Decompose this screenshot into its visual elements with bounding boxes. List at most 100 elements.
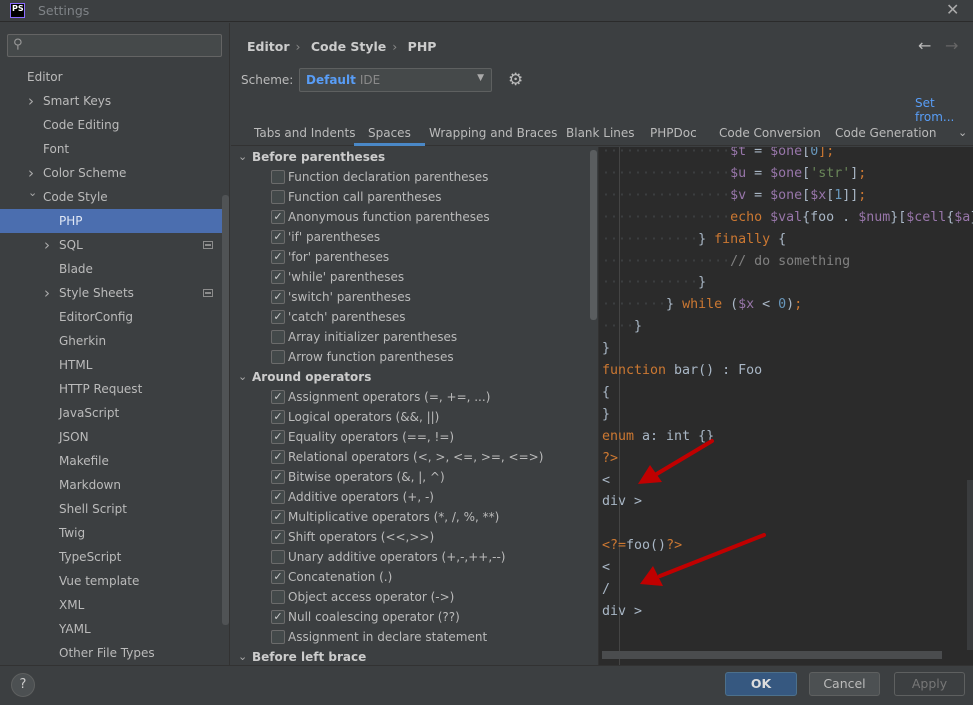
option-logical-operators[interactable]: ✓ Logical operators (&&, ||) xyxy=(231,407,591,427)
option-unary-additive-operators[interactable]: Unary additive operators (+,-,++,--) xyxy=(231,547,591,567)
option-arrow-function-parentheses[interactable]: Arrow function parentheses xyxy=(231,347,591,367)
sidebar-item-blade[interactable]: Blade xyxy=(0,257,222,281)
sidebar-item-makefile[interactable]: Makefile xyxy=(0,449,222,473)
tab-tabs-and-indents[interactable]: Tabs and Indents xyxy=(254,126,355,146)
option-for-parentheses[interactable]: ✓'for' parentheses xyxy=(231,247,591,267)
checkbox-checked[interactable]: ✓ xyxy=(271,490,285,504)
option-array-initializer-parentheses[interactable]: Array initializer parentheses xyxy=(231,327,591,347)
checkbox-unchecked[interactable] xyxy=(271,590,285,604)
option-catch-parentheses[interactable]: ✓'catch' parentheses xyxy=(231,307,591,327)
close-icon[interactable]: ✕ xyxy=(946,0,959,19)
checkbox-unchecked[interactable] xyxy=(271,550,285,564)
checkbox-checked[interactable]: ✓ xyxy=(271,510,285,524)
sidebar-item-javascript[interactable]: JavaScript xyxy=(0,401,222,425)
chevron-down-icon[interactable]: ⌄ xyxy=(238,367,247,387)
settings-search-input[interactable]: ⚲ xyxy=(7,34,222,57)
checkbox-unchecked[interactable] xyxy=(271,350,285,364)
option-assignment-operators[interactable]: ✓ Assignment operators (=, +=, ...) xyxy=(231,387,591,407)
scheme-dropdown[interactable]: Default IDE ▼ xyxy=(299,68,492,92)
checkbox-checked[interactable]: ✓ xyxy=(271,290,285,304)
checkbox-unchecked[interactable] xyxy=(271,330,285,344)
option-additive-operators[interactable]: ✓ Additive operators (+, -) xyxy=(231,487,591,507)
back-arrow-icon[interactable]: ← xyxy=(918,36,931,55)
option-assignment-in-declare-statement[interactable]: Assignment in declare statement xyxy=(231,627,591,647)
preview-horizontal-scrollbar[interactable] xyxy=(602,651,942,659)
breadcrumb-editor[interactable]: Editor xyxy=(247,39,290,54)
option-equality-operators[interactable]: ✓ Equality operators (==, !=) xyxy=(231,427,591,447)
chevron-right-icon[interactable]: › xyxy=(28,89,34,113)
tab-code-generation[interactable]: Code Generation xyxy=(835,126,936,146)
tab-phpdoc[interactable]: PHPDoc xyxy=(650,126,697,146)
section-before-parentheses[interactable]: ⌄ Before parentheses xyxy=(231,147,591,167)
sidebar-item-php[interactable]: PHP xyxy=(0,209,222,233)
checkbox-checked[interactable]: ✓ xyxy=(271,470,285,484)
checkbox-checked[interactable]: ✓ xyxy=(271,270,285,284)
checkbox-unchecked[interactable] xyxy=(271,630,285,644)
sidebar-item-smart-keys[interactable]: › Smart Keys xyxy=(0,89,222,113)
option-function-declaration-parentheses[interactable]: Function declaration parentheses xyxy=(231,167,591,187)
chevron-right-icon[interactable]: › xyxy=(44,233,50,257)
option-if-parentheses[interactable]: ✓'if' parentheses xyxy=(231,227,591,247)
tab-wrapping-and-braces[interactable]: Wrapping and Braces xyxy=(429,126,557,146)
tab-code-conversion[interactable]: Code Conversion xyxy=(719,126,821,146)
checkbox-unchecked[interactable] xyxy=(271,170,285,184)
sidebar-item-yaml[interactable]: YAML xyxy=(0,617,222,641)
option-shift-operators[interactable]: ✓ Shift operators (<<,>>) xyxy=(231,527,591,547)
chevron-down-icon[interactable]: ⌄ xyxy=(238,147,247,167)
help-button[interactable]: ? xyxy=(11,673,35,697)
options-scrollbar[interactable] xyxy=(590,150,597,320)
sidebar-item-code-style[interactable]: ⌄ Code Style xyxy=(0,185,222,209)
sidebar-item-twig[interactable]: Twig xyxy=(0,521,222,545)
apply-button[interactable]: Apply xyxy=(894,672,965,696)
option-anonymous-function-parentheses[interactable]: ✓ Anonymous function parentheses xyxy=(231,207,591,227)
checkbox-unchecked[interactable] xyxy=(271,190,285,204)
option-bitwise-operators[interactable]: ✓ Bitwise operators (&, |, ^) xyxy=(231,467,591,487)
tab-blank-lines[interactable]: Blank Lines xyxy=(566,126,635,146)
sidebar-item-typescript[interactable]: TypeScript xyxy=(0,545,222,569)
option-relational-operators[interactable]: ✓ Relational operators (<, >, <=, >=, <=>… xyxy=(231,447,591,467)
chevron-down-icon[interactable]: ⌄ xyxy=(238,647,247,665)
forward-arrow-icon[interactable]: → xyxy=(945,36,958,55)
checkbox-checked[interactable]: ✓ xyxy=(271,570,285,584)
checkbox-checked[interactable]: ✓ xyxy=(271,410,285,424)
checkbox-checked[interactable]: ✓ xyxy=(271,230,285,244)
checkbox-checked[interactable]: ✓ xyxy=(271,430,285,444)
sidebar-item-editor[interactable]: Editor xyxy=(0,65,222,89)
chevron-right-icon[interactable]: › xyxy=(44,281,50,305)
chevron-down-icon[interactable]: ⌄ xyxy=(28,181,37,205)
sidebar-item-http-request[interactable]: HTTP Request xyxy=(0,377,222,401)
sidebar-item-font[interactable]: Font xyxy=(0,137,222,161)
checkbox-checked[interactable]: ✓ xyxy=(271,390,285,404)
cancel-button[interactable]: Cancel xyxy=(809,672,880,696)
checkbox-checked[interactable]: ✓ xyxy=(271,450,285,464)
sidebar-item-json[interactable]: JSON xyxy=(0,425,222,449)
sidebar-item-html[interactable]: HTML xyxy=(0,353,222,377)
preview-vertical-scrollbar[interactable] xyxy=(967,480,973,650)
option-function-call-parentheses[interactable]: Function call parentheses xyxy=(231,187,591,207)
section-before-left-brace[interactable]: ⌄ Before left brace xyxy=(231,647,591,665)
sidebar-item-code-editing[interactable]: Code Editing xyxy=(0,113,222,137)
checkbox-checked[interactable]: ✓ xyxy=(271,250,285,264)
sidebar-item-markdown[interactable]: Markdown xyxy=(0,473,222,497)
sidebar-item-style-sheets[interactable]: › Style Sheets xyxy=(0,281,222,305)
option-multiplicative-operators[interactable]: ✓ Multiplicative operators (*, /, %, **) xyxy=(231,507,591,527)
option-null-coalescing-operator[interactable]: ✓ Null coalescing operator (??) xyxy=(231,607,591,627)
checkbox-checked[interactable]: ✓ xyxy=(271,530,285,544)
sidebar-item-shell-script[interactable]: Shell Script xyxy=(0,497,222,521)
checkbox-checked[interactable]: ✓ xyxy=(271,310,285,324)
sidebar-item-other-file-types[interactable]: Other File Types xyxy=(0,641,222,665)
option-switch-parentheses[interactable]: ✓'switch' parentheses xyxy=(231,287,591,307)
sidebar-item-gherkin[interactable]: Gherkin xyxy=(0,329,222,353)
sidebar-item-sql[interactable]: › SQL xyxy=(0,233,222,257)
section-around-operators[interactable]: ⌄ Around operators xyxy=(231,367,591,387)
option-object-access-operator[interactable]: Object access operator (->) xyxy=(231,587,591,607)
breadcrumb-code-style[interactable]: Code Style xyxy=(311,39,386,54)
chevron-down-icon[interactable]: ⌄ xyxy=(958,126,967,139)
sidebar-item-vue-template[interactable]: Vue template xyxy=(0,569,222,593)
set-from-link[interactable]: Set from... xyxy=(915,96,973,124)
checkbox-checked[interactable]: ✓ xyxy=(271,210,285,224)
sidebar-item-editorconfig[interactable]: EditorConfig xyxy=(0,305,222,329)
checkbox-checked[interactable]: ✓ xyxy=(271,610,285,624)
sidebar-item-xml[interactable]: XML xyxy=(0,593,222,617)
gear-icon[interactable]: ⚙ xyxy=(508,70,523,90)
